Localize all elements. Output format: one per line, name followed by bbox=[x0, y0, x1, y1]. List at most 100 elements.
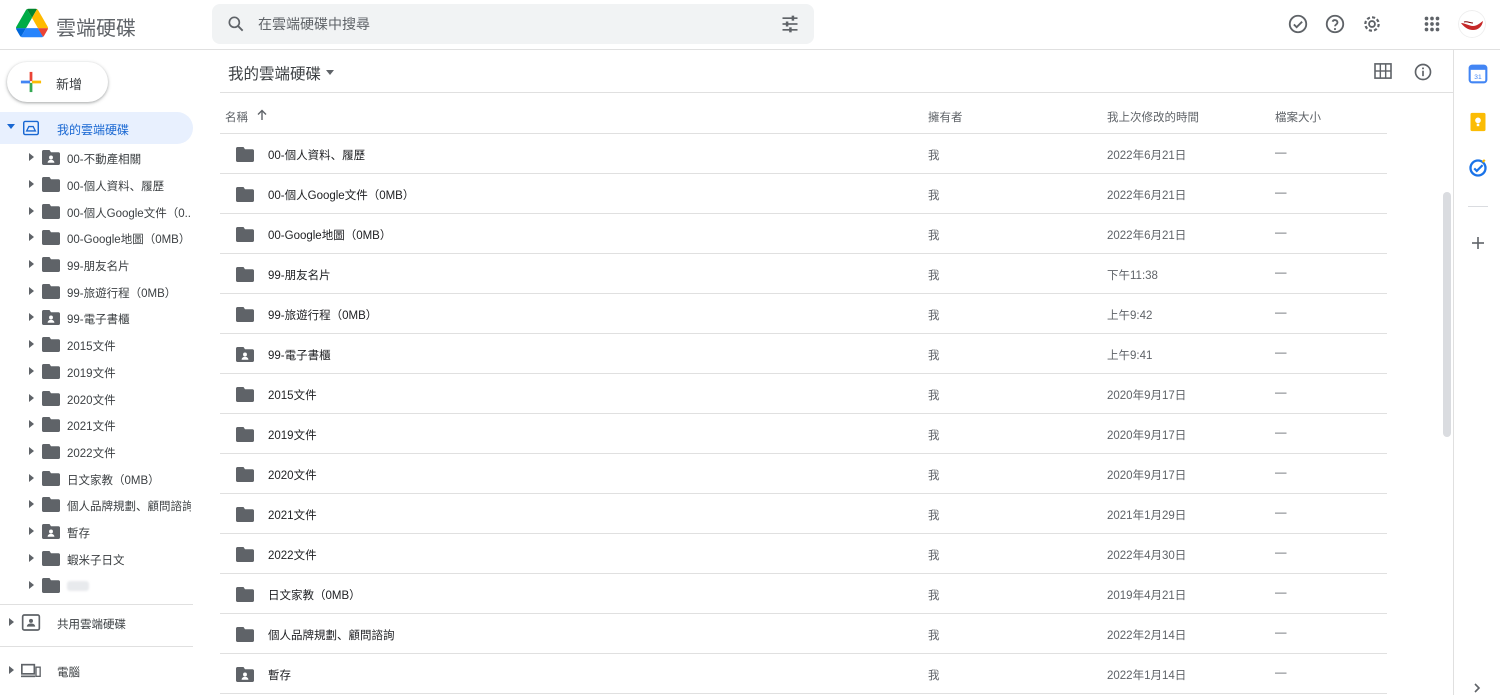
tree-item-label: 99-朋友名片 bbox=[67, 261, 130, 273]
search-icon[interactable] bbox=[226, 14, 246, 34]
column-header-name[interactable]: 名稱 bbox=[225, 109, 248, 125]
calendar-icon[interactable]: 31 bbox=[1468, 64, 1488, 84]
app-title[interactable]: 雲端硬碟 bbox=[56, 12, 136, 41]
table-row[interactable]: 99-電子書櫃 我 上午9:41 — bbox=[220, 334, 1387, 374]
tree-item[interactable]: 暫存 bbox=[0, 519, 193, 545]
table-row[interactable]: 2021文件 我 2021年1月29日 — bbox=[220, 494, 1387, 534]
sort-ascending-icon[interactable] bbox=[256, 109, 268, 121]
tree-item[interactable]: 99-朋友名片 bbox=[0, 252, 193, 278]
scrollbar[interactable] bbox=[1443, 192, 1451, 437]
new-button[interactable]: 新增 bbox=[7, 62, 108, 102]
help-icon[interactable] bbox=[1324, 13, 1346, 35]
expand-arrow-icon[interactable] bbox=[29, 527, 34, 535]
add-addon-icon[interactable] bbox=[1468, 233, 1488, 253]
table-row[interactable]: 暫存 我 2022年1月14日 — bbox=[220, 654, 1387, 694]
expand-arrow-icon[interactable] bbox=[29, 207, 34, 215]
expand-arrow-icon[interactable] bbox=[29, 287, 34, 295]
tree-item[interactable]: 日文家教（0MB） bbox=[0, 466, 193, 492]
size-cell: — bbox=[1275, 627, 1287, 639]
chevron-right-icon[interactable] bbox=[1472, 683, 1482, 693]
tree-item-label: 00-個人資料、履歷 bbox=[67, 181, 165, 193]
table-row[interactable]: 99-旅遊行程（0MB） 我 上午9:42 — bbox=[220, 294, 1387, 334]
sidebar-item-computers[interactable]: 電腦 bbox=[0, 655, 193, 685]
keep-icon[interactable] bbox=[1468, 112, 1488, 132]
sidebar-item-shared-drives[interactable]: 共用雲端硬碟 bbox=[0, 607, 193, 637]
tree-item[interactable]: 2022文件 bbox=[0, 439, 193, 465]
tree-item[interactable]: 00-不動產相關 bbox=[0, 145, 193, 171]
shared-folder-icon bbox=[42, 150, 60, 165]
avatar[interactable] bbox=[1458, 10, 1486, 38]
modified-cell: 2022年6月21日 bbox=[1107, 230, 1187, 242]
expand-arrow-icon[interactable] bbox=[29, 260, 34, 268]
expand-arrow-icon[interactable] bbox=[29, 394, 34, 402]
expand-arrow-icon[interactable] bbox=[29, 474, 34, 482]
table-row[interactable]: 個人品牌規劃、顧問諮詢 我 2022年2月14日 — bbox=[220, 614, 1387, 654]
table-row[interactable]: 00-個人資料、履歷 我 2022年6月21日 — bbox=[220, 134, 1387, 174]
expand-arrow-icon[interactable] bbox=[29, 581, 34, 589]
search-options-icon[interactable] bbox=[780, 14, 800, 34]
tree-item[interactable]: 2020文件 bbox=[0, 386, 193, 412]
expand-arrow-icon[interactable] bbox=[29, 313, 34, 321]
table-row[interactable]: 00-個人Google文件（0MB） 我 2022年6月21日 — bbox=[220, 174, 1387, 214]
divider bbox=[0, 604, 193, 605]
tree-item[interactable]: 個人品牌規劃、顧問諮詢 bbox=[0, 492, 193, 518]
owner-cell: 我 bbox=[928, 270, 940, 282]
table-row[interactable]: 2019文件 我 2020年9月17日 — bbox=[220, 414, 1387, 454]
search-bar[interactable] bbox=[212, 4, 814, 44]
expand-arrow-icon[interactable] bbox=[29, 500, 34, 508]
expand-arrow-icon[interactable] bbox=[29, 447, 34, 455]
owner-cell: 我 bbox=[928, 230, 940, 242]
column-header-size[interactable]: 檔案大小 bbox=[1275, 109, 1321, 125]
shared-folder-icon bbox=[236, 667, 254, 682]
table-row[interactable]: 00-Google地圖（0MB） 我 2022年6月21日 — bbox=[220, 214, 1387, 254]
tree-item[interactable]: 00-Google地圖（0MB） bbox=[0, 225, 193, 251]
file-name: 2015文件 bbox=[268, 390, 317, 402]
table-row[interactable]: 2022文件 我 2022年4月30日 — bbox=[220, 534, 1387, 574]
offline-ready-icon[interactable] bbox=[1287, 13, 1309, 35]
file-name: 99-電子書櫃 bbox=[268, 350, 331, 362]
folder-icon bbox=[236, 387, 254, 402]
expand-arrow-icon[interactable] bbox=[29, 420, 34, 428]
expand-arrow-icon[interactable] bbox=[9, 618, 14, 626]
expand-arrow-icon[interactable] bbox=[29, 180, 34, 188]
grid-view-icon[interactable] bbox=[1374, 63, 1392, 79]
tree-item[interactable]: 蝦米子日文 bbox=[0, 546, 193, 572]
tree-item[interactable]: 2021文件 bbox=[0, 412, 193, 438]
sidebar-item-my-drive[interactable]: 我的雲端硬碟 bbox=[0, 112, 193, 144]
tree-item[interactable]: 00-個人Google文件（0... bbox=[0, 199, 193, 225]
file-name: 暫存 bbox=[268, 670, 291, 682]
table-row[interactable]: 日文家教（0MB） 我 2019年4月21日 — bbox=[220, 574, 1387, 614]
expand-arrow-icon[interactable] bbox=[29, 340, 34, 348]
apps-grid-icon[interactable] bbox=[1421, 13, 1443, 35]
modified-cell: 2020年9月17日 bbox=[1107, 470, 1187, 482]
tree-item[interactable] bbox=[0, 573, 193, 599]
gear-icon[interactable] bbox=[1361, 13, 1383, 35]
tasks-icon[interactable] bbox=[1468, 158, 1488, 178]
expand-arrow-icon[interactable] bbox=[29, 233, 34, 241]
tree-item[interactable]: 2015文件 bbox=[0, 332, 193, 358]
owner-cell: 我 bbox=[928, 550, 940, 562]
tree-item-label: 99-旅遊行程（0MB） bbox=[67, 288, 177, 300]
expand-arrow-icon[interactable] bbox=[29, 554, 34, 562]
table-row[interactable]: 2015文件 我 2020年9月17日 — bbox=[220, 374, 1387, 414]
page-title[interactable]: 我的雲端硬碟 bbox=[228, 62, 321, 84]
column-header-owner[interactable]: 擁有者 bbox=[928, 109, 963, 125]
owner-cell: 我 bbox=[928, 390, 940, 402]
collapse-arrow-icon[interactable] bbox=[7, 124, 15, 129]
column-header-modified[interactable]: 我上次修改的時間 bbox=[1107, 109, 1199, 125]
expand-arrow-icon[interactable] bbox=[9, 666, 14, 674]
tree-item-label: 2015文件 bbox=[67, 341, 116, 353]
table-row[interactable]: 2020文件 我 2020年9月17日 — bbox=[220, 454, 1387, 494]
expand-arrow-icon[interactable] bbox=[29, 367, 34, 375]
search-input[interactable] bbox=[258, 12, 758, 36]
file-name: 2019文件 bbox=[268, 430, 317, 442]
tree-item[interactable]: 00-個人資料、履歷 bbox=[0, 172, 193, 198]
tree-item[interactable]: 2019文件 bbox=[0, 359, 193, 385]
info-icon[interactable] bbox=[1413, 62, 1433, 82]
tree-item[interactable]: 99-旅遊行程（0MB） bbox=[0, 279, 193, 305]
table-row[interactable]: 99-朋友名片 我 下午11:38 — bbox=[220, 254, 1387, 294]
title-dropdown-icon[interactable] bbox=[326, 70, 334, 75]
tree-item[interactable]: 99-電子書櫃 bbox=[0, 305, 193, 331]
drive-logo-icon[interactable] bbox=[16, 8, 48, 38]
expand-arrow-icon[interactable] bbox=[29, 153, 34, 161]
